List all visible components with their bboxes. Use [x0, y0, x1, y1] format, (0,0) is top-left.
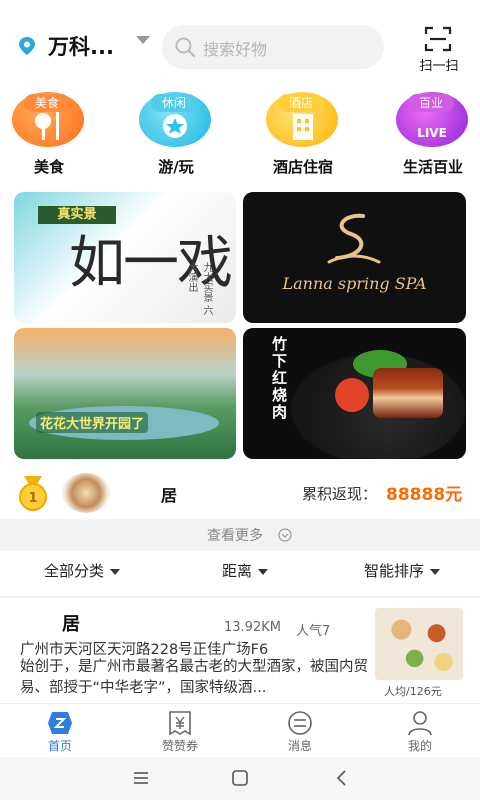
store-photo [375, 608, 463, 680]
tab-label: 消息 [287, 739, 312, 753]
banner-dish[interactable]: 竹下红烧肉 [243, 328, 466, 459]
category-tag: 美食 [24, 94, 70, 112]
banner-title: 花花大世界开园了 [36, 412, 149, 433]
tab-label: 我的 [407, 739, 432, 753]
banner-subtitle: 九大实景 六大演出 [186, 262, 212, 316]
category-label: 生活百业 [402, 158, 463, 176]
location-pin-icon[interactable] [17, 36, 37, 56]
filter-label: 全部分类 [44, 562, 105, 580]
cashback-value: 88888元 [386, 485, 463, 505]
category-label: 酒店住宿 [272, 158, 333, 176]
live-badge: LIVE [417, 126, 447, 140]
store-distance: 13.92KM [224, 620, 281, 635]
cashback-label: 累积返现： [302, 485, 378, 503]
filter-label: 距离 [222, 562, 253, 580]
store-popularity: 人气7 [296, 624, 331, 639]
chevron-down-icon [278, 528, 292, 542]
category-life[interactable]: LIVE 百业 生活百业 [388, 92, 478, 176]
tab-label: 首页 [47, 739, 72, 753]
banner-spa[interactable]: Lanna spring SPA [243, 192, 466, 323]
category-tag: 酒店 [278, 94, 324, 112]
tab-coupons[interactable]: 赞赞券 [132, 704, 228, 758]
tab-profile[interactable]: 我的 [372, 704, 468, 758]
caret-down-icon [430, 568, 441, 575]
city-selector[interactable]: 万科... [48, 31, 114, 61]
search-input[interactable]: 搜索好物 [162, 25, 384, 69]
chevron-down-icon[interactable] [136, 36, 150, 44]
category-tag: 休闲 [151, 94, 197, 112]
tab-messages[interactable]: 消息 [252, 704, 348, 758]
category-tag: 百业 [408, 94, 454, 112]
filter-distance[interactable]: 距离 [222, 560, 269, 588]
store-description: 始创于，是广州市最著名最古老的大型酒家，被国内贸易、部授于“中华老字”，国家特级… [20, 659, 368, 696]
category-food[interactable]: 美食 美食 [4, 92, 94, 176]
user-icon [408, 711, 432, 736]
filter-sort[interactable]: 智能排序 [364, 560, 441, 588]
category-label: 游/玩 [158, 158, 194, 176]
store-thumbnail [62, 473, 110, 513]
search-placeholder: 搜索好物 [203, 40, 268, 59]
gold-medal-icon: 1 [19, 476, 47, 511]
scan-label: 扫一扫 [419, 59, 459, 74]
back-icon[interactable] [332, 768, 352, 788]
banner-show[interactable]: 真实景 如一戏 九大实景 六大演出 [14, 192, 236, 323]
tab-label: 赞赞券 [161, 739, 198, 753]
store-name: 居 [161, 486, 178, 505]
top-store-row[interactable]: 1 居 累积返现： 88888元 [0, 466, 480, 518]
pork-image [373, 368, 443, 418]
store-price: 人均/126元 [384, 685, 442, 698]
menu-icon[interactable] [131, 768, 151, 788]
store-name: 居 [62, 614, 80, 635]
home-icon [48, 712, 72, 734]
caret-down-icon [110, 568, 121, 575]
category-hotel[interactable]: 酒店 酒店住宿 [258, 92, 348, 176]
svg-text:1: 1 [28, 491, 37, 506]
banner-title: Lanna spring SPA [282, 274, 427, 293]
category-label: 美食 [33, 158, 64, 176]
banner-park[interactable]: 花花大世界开园了 [14, 328, 236, 459]
scan-icon [424, 26, 452, 52]
filter-category[interactable]: 全部分类 [44, 560, 121, 588]
see-more-button[interactable]: 查看更多 [0, 519, 480, 551]
tab-home[interactable]: 首页 [12, 704, 108, 758]
store-address: 广州市天河区天河路228号正佳广场F6 [20, 642, 269, 658]
scan-button[interactable]: 扫一扫 [410, 24, 468, 76]
system-nav-bar [0, 757, 480, 800]
top-bar: 万科... 搜索好物 扫一扫 [0, 0, 480, 90]
coupon-icon [169, 711, 191, 736]
filter-label: 智能排序 [364, 562, 425, 580]
category-leisure[interactable]: 休闲 游/玩 [131, 92, 221, 176]
banner-title: 竹下红烧肉 [270, 336, 288, 421]
bottom-tab-bar: 首页 赞赞券 消息 我的 [0, 703, 480, 757]
home-button-icon[interactable] [230, 768, 250, 788]
see-more-label: 查看更多 [207, 528, 263, 544]
spa-logo-icon [327, 213, 381, 264]
caret-down-icon [258, 568, 269, 575]
message-icon [288, 711, 312, 735]
search-icon [175, 37, 196, 58]
divider [0, 596, 480, 598]
tomato-image [335, 378, 369, 412]
